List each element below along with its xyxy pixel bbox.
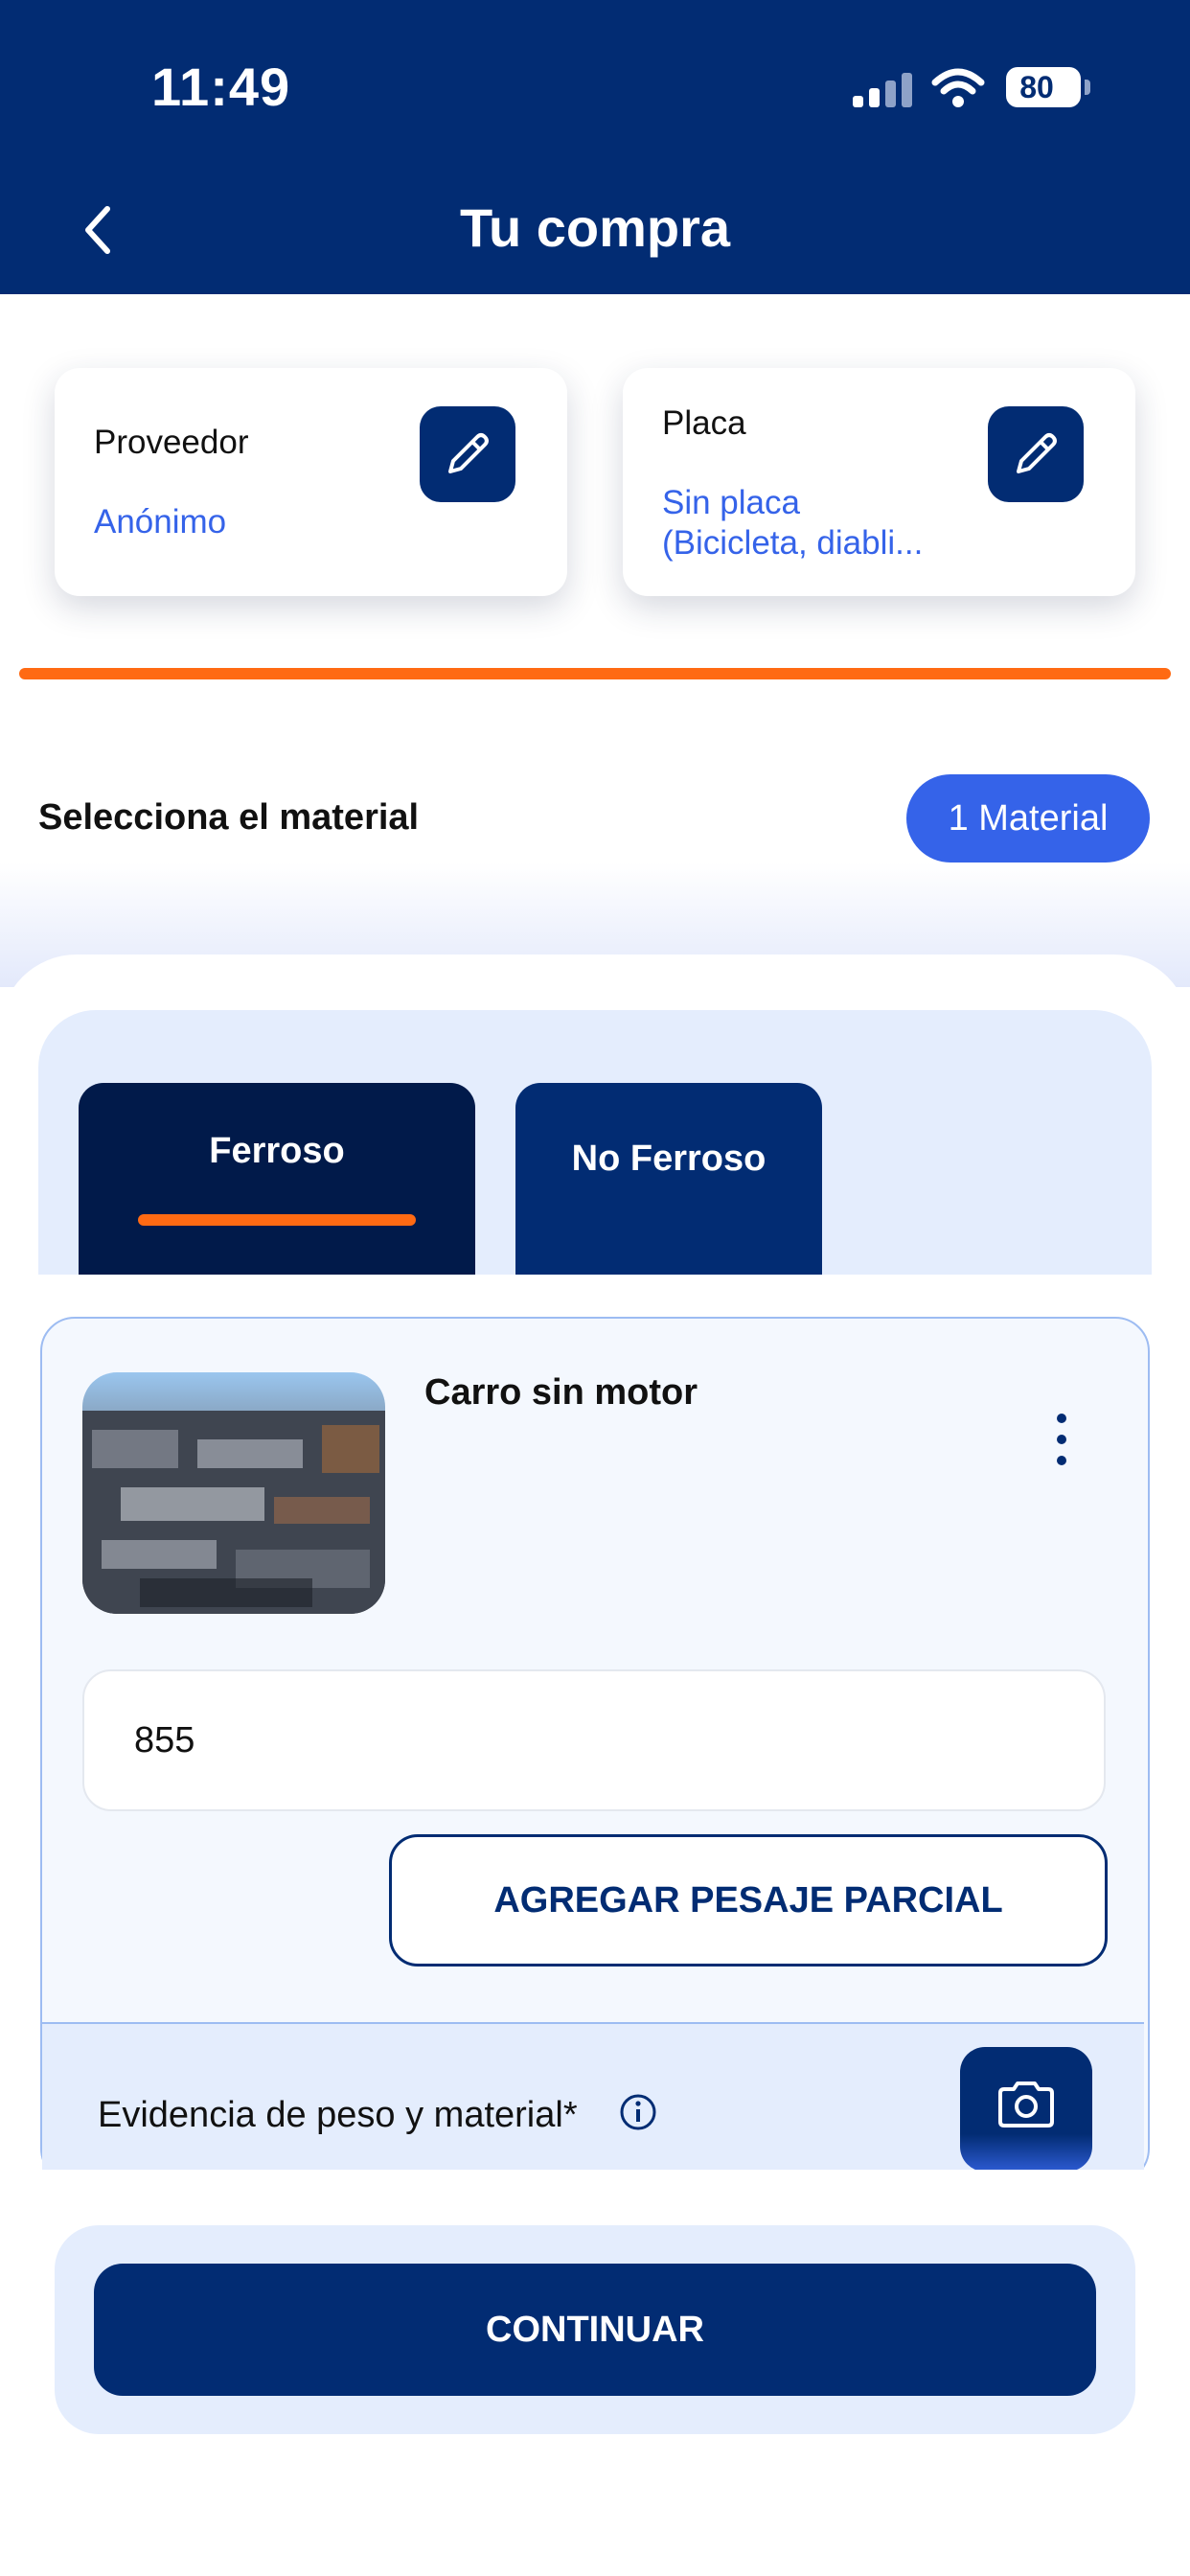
camera-icon (998, 2082, 1054, 2128)
progress-divider (19, 668, 1171, 679)
weight-input[interactable] (82, 1669, 1106, 1811)
pencil-icon (1017, 433, 1057, 473)
tab-no-ferroso-label: No Ferroso (571, 1138, 767, 1179)
battery-tip (1085, 80, 1090, 95)
tab-ferroso[interactable]: Ferroso (79, 1083, 475, 1275)
material-photo (82, 1372, 385, 1614)
provider-label: Proveedor (94, 424, 249, 461)
tab-no-ferroso[interactable]: No Ferroso (515, 1083, 822, 1275)
provider-value: Anónimo (94, 503, 227, 540)
continue-button[interactable]: CONTINUAR (94, 2264, 1096, 2396)
camera-button[interactable] (960, 2047, 1092, 2172)
pencil-icon (448, 433, 489, 473)
edit-provider-button[interactable] (420, 406, 515, 502)
material-count-badge[interactable]: 1 Material (906, 774, 1150, 862)
plate-label: Placa (662, 404, 746, 442)
select-material-label: Selecciona el material (38, 797, 420, 838)
battery-level: 80 (1019, 70, 1054, 104)
plate-value-line1: Sin placa (662, 484, 800, 521)
tab-ferroso-label: Ferroso (209, 1131, 345, 1171)
page-title: Tu compra (459, 197, 731, 258)
active-tab-indicator (138, 1214, 416, 1226)
wifi-icon (931, 68, 985, 107)
cellular-signal-icon (853, 73, 912, 107)
more-options-icon[interactable] (1044, 1409, 1079, 1470)
evidence-label: Evidencia de peso y material* (98, 2095, 578, 2135)
battery-icon: 80 (1006, 67, 1081, 107)
edit-plate-button[interactable] (988, 406, 1084, 502)
info-icon[interactable] (619, 2093, 657, 2131)
add-partial-weighing-button[interactable]: AGREGAR PESAJE PARCIAL (389, 1834, 1108, 1966)
plate-value-line2: (Bicicleta, diabli... (662, 524, 924, 562)
status-time: 11:49 (151, 57, 291, 117)
material-name: Carro sin motor (424, 1372, 698, 1413)
